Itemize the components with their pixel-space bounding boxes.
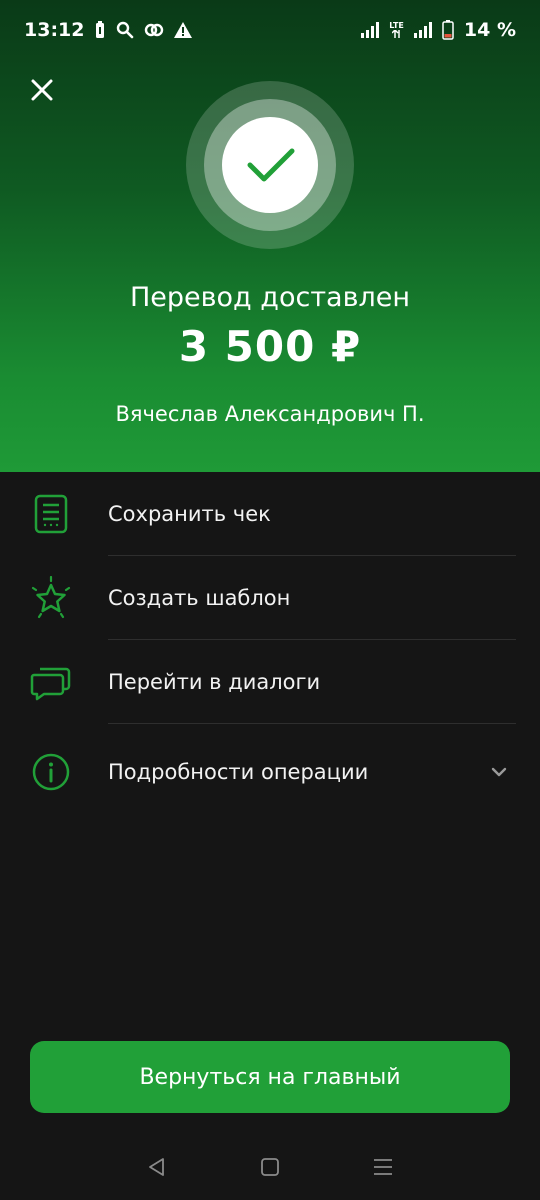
transfer-amount: 3 500 ₽ — [178, 322, 362, 371]
save-receipt-item[interactable]: Сохранить чек — [0, 472, 540, 556]
go-to-dialogs-label: Перейти в диалоги — [108, 670, 321, 694]
back-triangle-icon — [148, 1158, 164, 1176]
battery-percent: 14 % — [463, 19, 516, 41]
create-template-item[interactable]: Создать шаблон — [0, 556, 540, 640]
status-bar: 13:12 LTE 14 % — [0, 0, 540, 60]
battery-icon — [442, 20, 454, 40]
wifi-signal-icon — [361, 22, 380, 38]
checkmark-icon — [186, 81, 354, 249]
recipient-name: Вячеслав Александрович П. — [115, 402, 425, 426]
actions-list: Сохранить чек Создать шаблон Перейти в д… — [0, 472, 540, 820]
go-to-dialogs-item[interactable]: Перейти в диалоги — [0, 640, 540, 724]
link-icon — [144, 22, 164, 38]
close-button[interactable] — [26, 74, 58, 106]
system-navigation-bar — [0, 1140, 540, 1194]
create-template-label: Создать шаблон — [108, 586, 291, 610]
menu-lines-icon — [374, 1159, 393, 1175]
recents-nav-button[interactable] — [363, 1147, 403, 1187]
success-check-badge — [186, 81, 354, 249]
operation-details-item[interactable]: Подробности операции — [0, 724, 540, 820]
home-nav-button[interactable] — [250, 1147, 290, 1187]
signal-icon — [413, 22, 432, 38]
receipt-icon — [28, 491, 74, 537]
search-icon — [116, 21, 134, 39]
lte-icon: LTE — [389, 22, 404, 38]
back-to-home-button[interactable]: Вернуться на главный — [30, 1041, 510, 1113]
transfer-status-title: Перевод доставлен — [129, 282, 411, 313]
warning-icon — [174, 22, 193, 38]
close-icon — [31, 79, 53, 101]
chevron-down-icon[interactable] — [488, 761, 510, 783]
status-time: 13:12 — [24, 19, 85, 41]
save-receipt-label: Сохранить чек — [108, 502, 271, 526]
star-icon — [28, 575, 74, 621]
info-icon — [28, 749, 74, 795]
back-nav-button[interactable] — [137, 1147, 177, 1187]
home-square-icon — [261, 1158, 279, 1176]
battery-saver-icon — [94, 21, 106, 39]
operation-details-label: Подробности операции — [108, 760, 369, 784]
chat-icon — [28, 659, 74, 705]
